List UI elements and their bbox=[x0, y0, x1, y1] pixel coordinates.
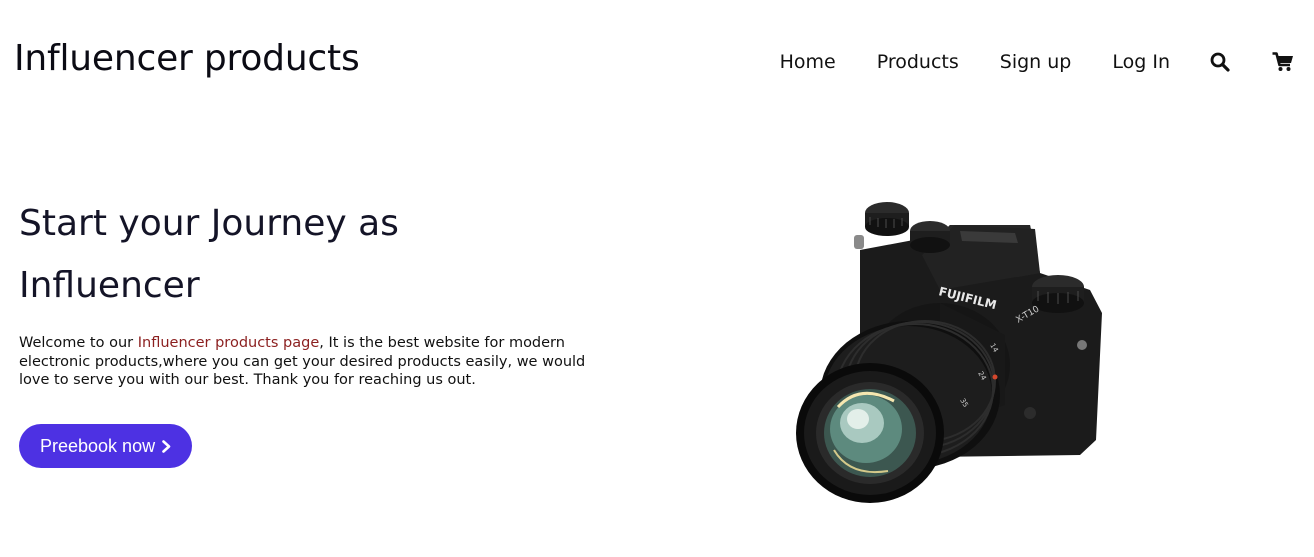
chevron-right-icon bbox=[162, 439, 171, 453]
prebook-button-label: Preebook now bbox=[40, 435, 156, 456]
hero-title: Start your Journey as Influencer bbox=[19, 193, 619, 317]
cart-icon[interactable] bbox=[1272, 52, 1294, 72]
hero-title-line2: Influencer bbox=[19, 265, 200, 306]
nav-products[interactable]: Products bbox=[877, 51, 959, 73]
nav-login[interactable]: Log In bbox=[1112, 51, 1170, 73]
prebook-button[interactable]: Preebook now bbox=[19, 424, 193, 468]
camera-image: FUJIFILM X-T10 14 24 35 bbox=[790, 195, 1110, 524]
hero-description: Welcome to our Influencer products page,… bbox=[19, 334, 619, 390]
main-nav: Home Products Sign up Log In bbox=[780, 46, 1294, 78]
search-icon[interactable] bbox=[1210, 52, 1230, 72]
hero-text-highlight: Influencer products page bbox=[137, 335, 320, 351]
nav-signup[interactable]: Sign up bbox=[1000, 51, 1072, 73]
nav-home[interactable]: Home bbox=[780, 51, 836, 73]
hero-title-line1: Start your Journey as bbox=[19, 203, 399, 244]
site-logo[interactable]: Influencer products bbox=[14, 38, 360, 79]
hero-text-intro: Welcome to our bbox=[19, 335, 138, 351]
